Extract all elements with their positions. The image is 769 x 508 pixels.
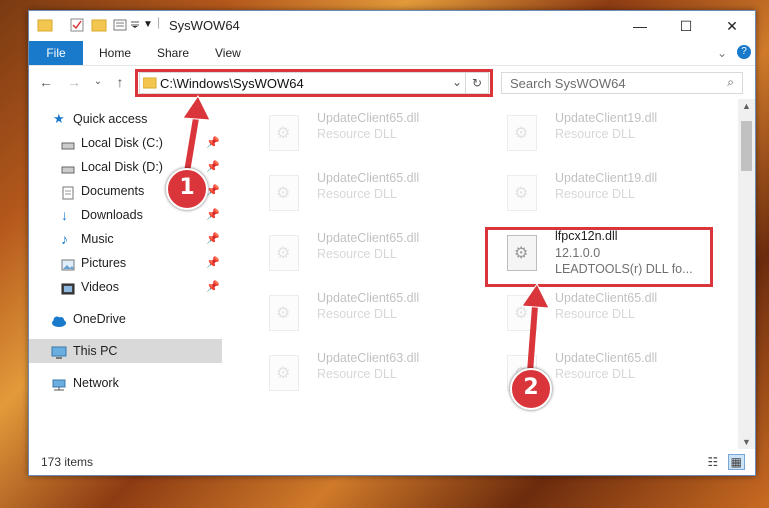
step-badge-2: 2 xyxy=(510,368,552,410)
arrow-2-shaft xyxy=(527,305,538,373)
step-badge-1: 1 xyxy=(166,168,208,210)
annotation-arrows xyxy=(182,95,550,373)
arrow-1-head xyxy=(182,95,211,121)
arrow-2-head xyxy=(521,283,550,309)
